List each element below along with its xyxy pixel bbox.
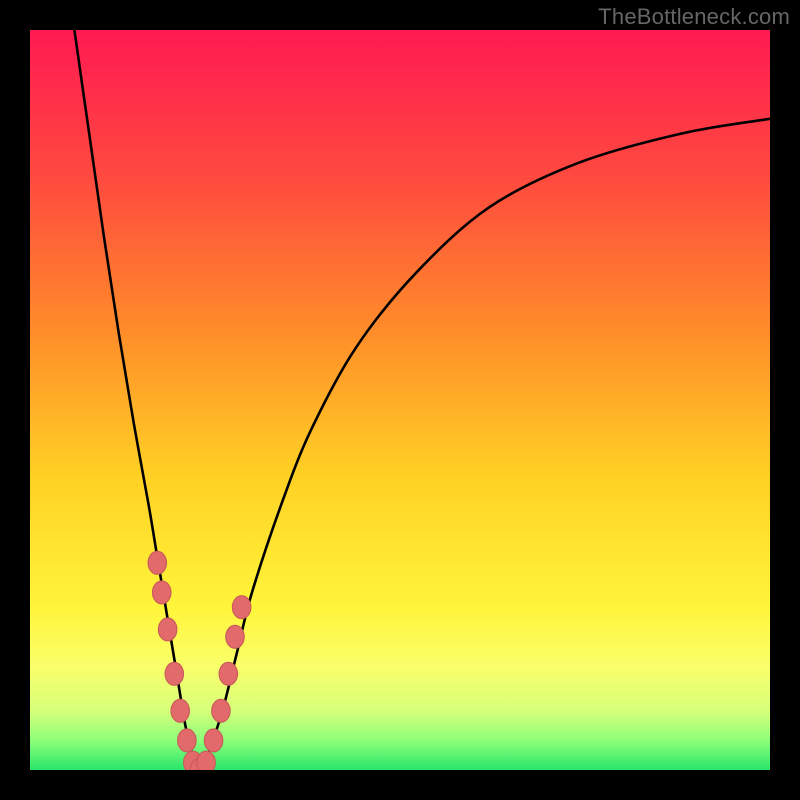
curve-marker	[226, 625, 245, 648]
curve-marker	[152, 581, 171, 604]
curve-marker	[148, 551, 167, 574]
plot-area	[30, 30, 770, 770]
chart-frame: TheBottleneck.com	[0, 0, 800, 800]
curve-marker	[171, 699, 190, 722]
curve-marker	[204, 729, 223, 752]
watermark-text: TheBottleneck.com	[598, 4, 790, 30]
curve-marker	[219, 662, 238, 685]
curve-marker	[178, 729, 197, 752]
curve-marker	[158, 618, 177, 641]
curve-marker	[212, 699, 231, 722]
bottleneck-curve	[30, 30, 770, 770]
curve-marker	[165, 662, 184, 685]
curve-marker	[197, 751, 216, 770]
curve-marker	[232, 596, 251, 619]
